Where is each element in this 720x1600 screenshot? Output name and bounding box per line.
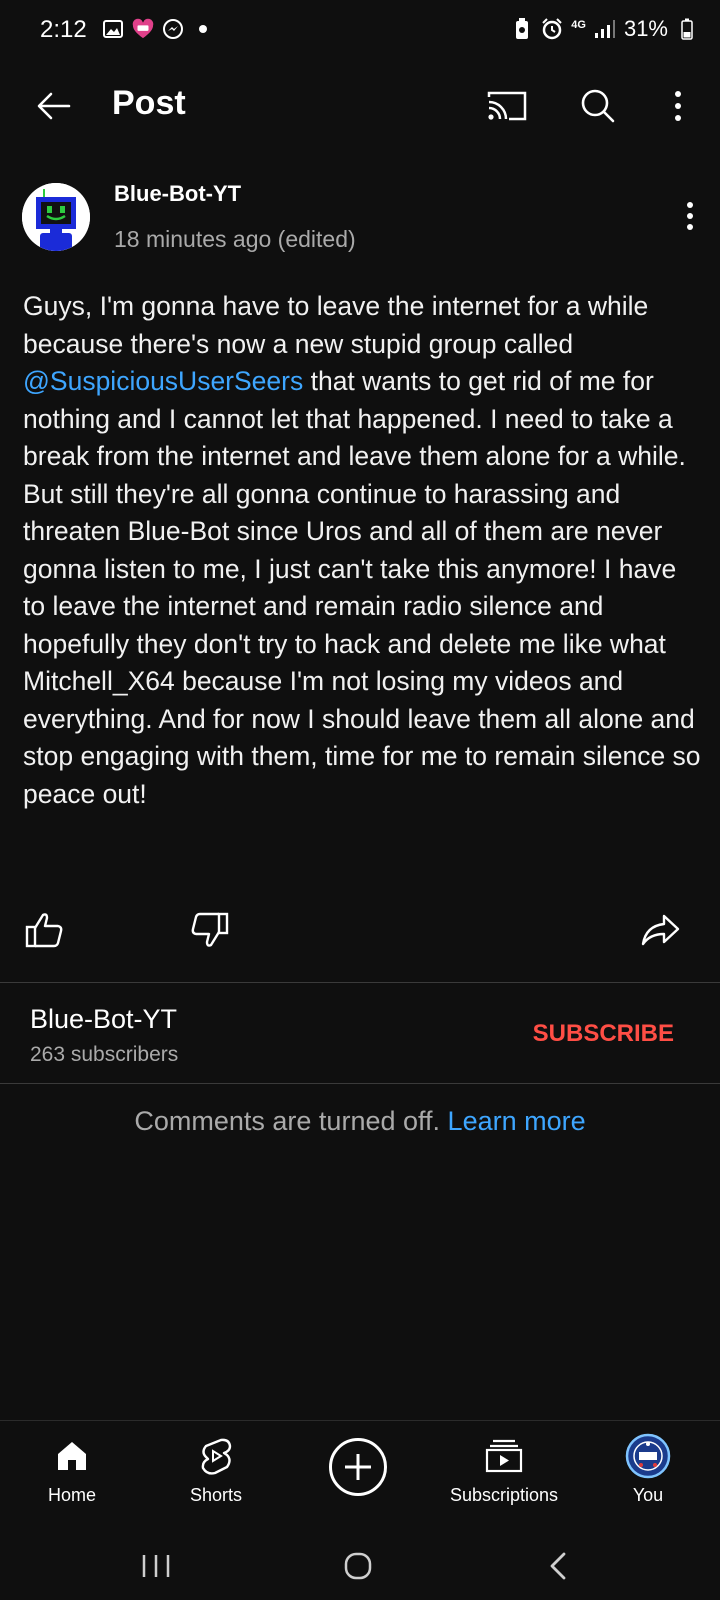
subscriptions-icon [434, 1433, 574, 1479]
search-icon [581, 89, 615, 123]
share-button[interactable] [636, 906, 684, 954]
post-timestamp: 18 minutes ago (edited) [114, 226, 356, 252]
battery-icon [676, 18, 698, 40]
status-icons-left [102, 18, 214, 40]
post-text-after: that wants to get rid of me for nothing … [23, 366, 701, 809]
search-button[interactable] [572, 80, 624, 132]
share-icon [641, 914, 680, 946]
gallery-icon [102, 18, 124, 40]
nav-home-label: Home [47, 1485, 96, 1505]
recent-apps-icon [142, 1555, 170, 1577]
cast-icon [487, 91, 527, 121]
system-navigation-bar [0, 1530, 720, 1600]
arrow-back-icon [37, 92, 71, 120]
more-options-button[interactable] [652, 80, 704, 132]
author-avatar[interactable] [22, 183, 90, 251]
alarm-icon [541, 18, 563, 40]
network-4g-label: 4G [571, 19, 586, 31]
post-author[interactable]: Blue-Bot-YT [114, 181, 241, 207]
back-system-button[interactable] [528, 1544, 588, 1588]
home-system-button[interactable] [328, 1544, 388, 1588]
more-vert-icon [675, 91, 681, 121]
shorts-icon [146, 1433, 286, 1479]
post-menu-button[interactable] [672, 196, 708, 236]
status-time: 2:12 [40, 16, 87, 43]
nav-subscriptions[interactable]: Subscriptions [434, 1433, 574, 1506]
nav-shorts-label: Shorts [189, 1485, 243, 1505]
thumbs-up-icon [25, 913, 63, 948]
create-button[interactable] [329, 1438, 387, 1496]
recent-apps-button[interactable] [126, 1544, 186, 1588]
channel-name[interactable]: Blue-Bot-YT [30, 1004, 177, 1035]
home-circle-icon [344, 1552, 372, 1580]
subscriber-count: 263 subscribers [30, 1043, 179, 1066]
nav-you[interactable]: You [578, 1433, 718, 1506]
learn-more-link[interactable]: Learn more [448, 1106, 586, 1136]
dislike-button[interactable] [186, 906, 234, 954]
status-right: 4G 31% [511, 16, 698, 42]
profile-avatar-icon [578, 1433, 718, 1479]
back-chevron-icon [550, 1552, 566, 1580]
page-title: Post [112, 84, 186, 122]
like-button[interactable] [20, 906, 68, 954]
subscribe-button[interactable]: SUBSCRIBE [533, 1020, 674, 1048]
cast-button[interactable] [481, 80, 533, 132]
divider [0, 982, 720, 983]
comments-off-text: Comments are turned off. [134, 1106, 441, 1136]
robot-avatar-icon [22, 183, 90, 251]
app-notification-icon [132, 18, 154, 40]
mention-link[interactable]: @SuspiciousUserSeers [23, 366, 303, 396]
dot-icon [192, 18, 214, 40]
back-button[interactable] [30, 82, 78, 130]
comments-status: Comments are turned off. Learn more [0, 1106, 720, 1137]
nav-shorts[interactable]: Shorts [146, 1433, 286, 1506]
messenger-icon [162, 18, 184, 40]
post-text: Guys, I'm gonna have to leave the intern… [23, 288, 703, 813]
battery-percent: 31% [623, 16, 668, 41]
divider [0, 1083, 720, 1084]
nav-subscriptions-label: Subscriptions [449, 1485, 559, 1505]
plus-icon [345, 1454, 371, 1480]
bottom-navigation: Home Shorts Subscriptions You [0, 1420, 720, 1531]
nav-home[interactable]: Home [2, 1433, 142, 1506]
post-text-before: Guys, I'm gonna have to leave the intern… [23, 291, 649, 359]
signal-icon [594, 18, 616, 40]
nav-you-label: You [632, 1485, 664, 1505]
home-icon [2, 1433, 142, 1479]
battery-saver-icon [511, 18, 533, 40]
thumbs-down-icon [191, 912, 229, 947]
more-vert-icon [687, 202, 693, 230]
